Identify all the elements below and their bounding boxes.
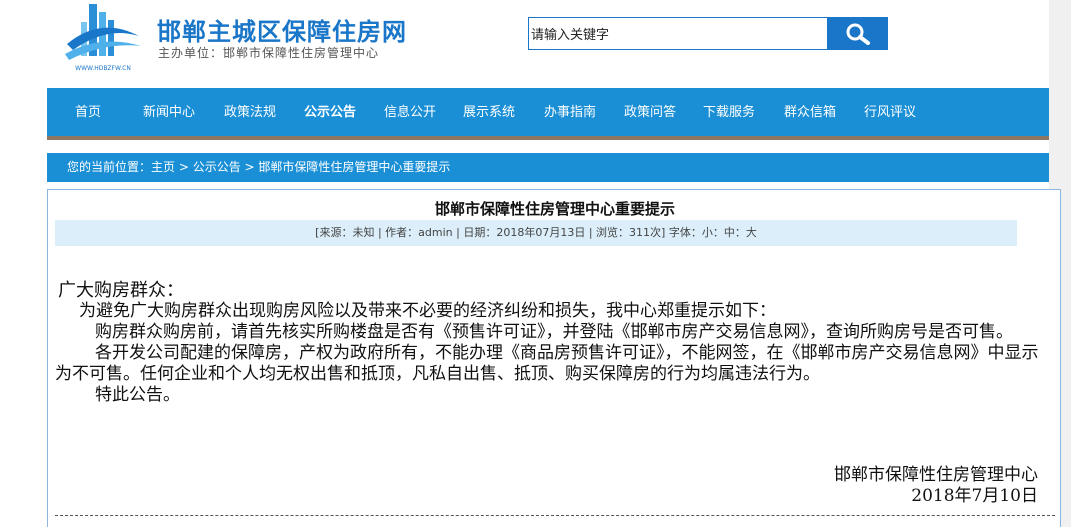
page-left-margin	[0, 0, 47, 527]
breadcrumb-separator: >	[240, 160, 259, 174]
article-signature: 邯郸市保障性住房管理中心 2018年7月10日	[834, 465, 1038, 507]
font-separator: ：	[734, 226, 746, 239]
meta-date-label: | 日期：	[452, 226, 497, 239]
meta-author: admin	[418, 226, 453, 239]
breadcrumb-prefix: 您的当前位置：	[67, 160, 152, 174]
meta-views-label: | 浏览：	[585, 226, 630, 239]
nav-item-policy[interactable]: 政策法规	[224, 88, 276, 136]
meta-font-label: 字体：	[665, 226, 702, 239]
breadcrumb-home-link[interactable]: 主页	[151, 160, 175, 174]
breadcrumb: 您的当前位置：主页 > 公示公告 > 邯郸市保障性住房管理中心重要提示	[47, 153, 1049, 182]
article-meta: [来源：未知 | 作者：admin | 日期：2018年07月13日 | 浏览：…	[55, 220, 1017, 246]
font-size-large-link[interactable]: 大	[746, 226, 757, 239]
meta-date: 2018年07月13日	[496, 226, 586, 239]
nav-item-notices[interactable]: 公示公告	[304, 88, 356, 136]
font-size-medium-link[interactable]: 中	[724, 226, 735, 239]
article-body: 广大购房群众： 为避免广大购房群众出现购房风险以及带来不必要的经济纠纷和损失，我…	[55, 280, 1045, 406]
nav-item-disclosure[interactable]: 信息公开	[384, 88, 436, 136]
signature-org: 邯郸市保障性住房管理中心	[834, 465, 1038, 485]
article-greeting: 广大购房群众：	[58, 280, 184, 301]
main-nav: 首页 新闻中心 政策法规 公示公告 信息公开 展示系统 办事指南 政策问答 下载…	[47, 88, 1049, 140]
breadcrumb-separator: >	[175, 160, 193, 174]
article-container: 邯郸市保障性住房管理中心重要提示 [来源：未知 | 作者：admin | 日期：…	[47, 189, 1061, 527]
article-paragraph: 各开发公司配建的保障房，产权为政府所有，不能办理《商品房预售许可证》，不能网签，…	[55, 343, 1039, 384]
meta-author-label: | 作者：	[374, 226, 419, 239]
logo-text: WWW.HDBZFW.CN	[75, 65, 131, 72]
nav-item-news[interactable]: 新闻中心	[143, 88, 195, 136]
meta-source: 未知	[352, 226, 375, 239]
search-icon	[846, 23, 870, 45]
search-input[interactable]	[528, 17, 828, 50]
meta-source-label: [来源：	[315, 226, 353, 239]
site-subtitle: 主办单位：邯郸市保障性住房管理中心	[158, 46, 380, 60]
page: WWW.HDBZFW.CN 邯郸主城区保障住房网 主办单位：邯郸市保障性住房管理…	[0, 0, 1071, 527]
article-paragraph: 为避免广大购房群众出现购房风险以及带来不必要的经济纠纷和损失，我中心郑重提示如下…	[79, 301, 776, 321]
nav-item-faq[interactable]: 政策问答	[624, 88, 676, 136]
breadcrumb-category-link[interactable]: 公示公告	[193, 160, 241, 174]
site-header: WWW.HDBZFW.CN 邯郸主城区保障住房网 主办单位：邯郸市保障性住房管理…	[47, 0, 1049, 80]
nav-item-mailbox[interactable]: 群众信箱	[784, 88, 836, 136]
nav-item-display[interactable]: 展示系统	[463, 88, 515, 136]
site-title: 邯郸主城区保障住房网	[157, 18, 407, 46]
article-divider	[55, 515, 1055, 516]
nav-item-download[interactable]: 下载服务	[703, 88, 755, 136]
font-separator: ：	[712, 226, 724, 239]
nav-item-home[interactable]: 首页	[75, 88, 101, 136]
article-paragraph: 特此公告。	[95, 385, 180, 405]
meta-views-suffix: 次]	[650, 226, 666, 239]
signature-date: 2018年7月10日	[911, 486, 1038, 506]
site-logo[interactable]: WWW.HDBZFW.CN	[61, 0, 143, 76]
font-size-small-link[interactable]: 小	[702, 226, 713, 239]
nav-item-review[interactable]: 行风评议	[864, 88, 916, 136]
article-paragraph: 购房群众购房前，请首先核实所购楼盘是否有《预售许可证》，并登陆《邯郸市房产交易信…	[95, 322, 1013, 342]
nav-item-guide[interactable]: 办事指南	[544, 88, 596, 136]
meta-views: 311	[629, 226, 651, 239]
breadcrumb-current: 邯郸市保障性住房管理中心重要提示	[258, 160, 451, 174]
search-button[interactable]	[828, 17, 888, 50]
article-title: 邯郸市保障性住房管理中心重要提示	[434, 200, 675, 218]
